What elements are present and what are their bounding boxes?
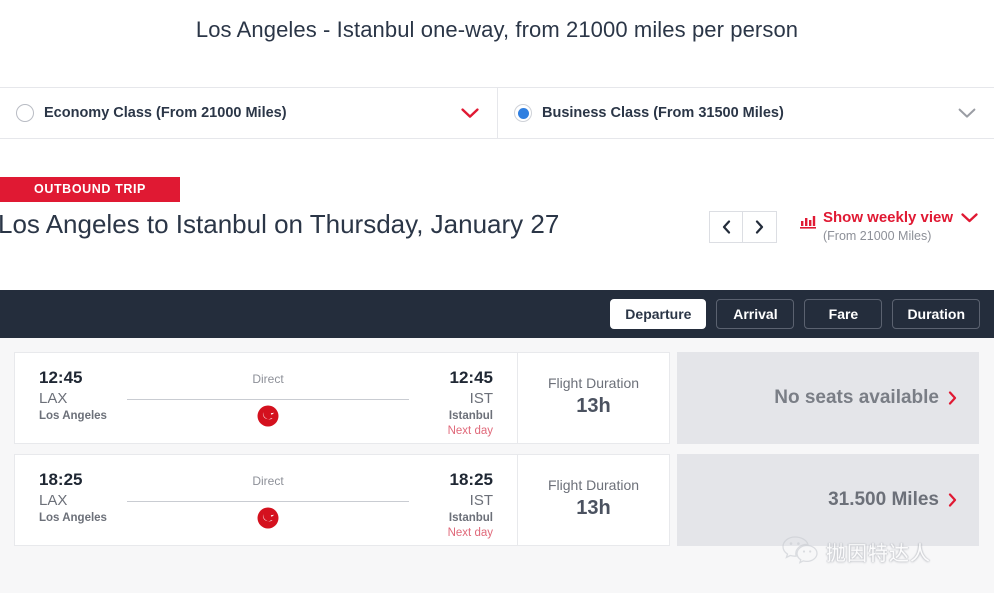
cabin-class-label-business: Business Class (From 31500 Miles) xyxy=(542,105,784,121)
route-line xyxy=(127,501,409,502)
radio-business[interactable] xyxy=(514,104,532,122)
next-day-button[interactable] xyxy=(743,211,777,243)
fare-label: 31.500 Miles xyxy=(828,489,939,510)
cabin-class-option-business[interactable]: Business Class (From 31500 Miles) xyxy=(497,88,994,138)
arrival-time: 18:25 xyxy=(449,470,493,489)
arrival-airport-code: IST xyxy=(469,492,493,509)
departure-city: Los Angeles xyxy=(39,512,107,524)
chevron-down-icon[interactable] xyxy=(461,107,479,119)
page-title: Los Angeles - Istanbul one-way, from 210… xyxy=(195,17,799,42)
weekly-view-sublabel: (From 21000 Miles) xyxy=(823,229,932,243)
duration-label: Flight Duration xyxy=(547,375,640,391)
route-title: Los Angeles to Istanbul on Thursday, Jan… xyxy=(0,209,560,239)
duration-segment: Flight Duration 13h xyxy=(517,455,669,545)
arrival-airport-code: IST xyxy=(469,390,493,407)
arrival-time: 12:45 xyxy=(449,368,493,387)
departure-airport-code: LAX xyxy=(39,492,68,509)
duration-label: Flight Duration xyxy=(547,477,640,493)
flight-card[interactable]: 12:45 LAX Los Angeles Direct 12:45 IST I… xyxy=(14,352,670,444)
departure-airport-code: LAX xyxy=(39,390,68,407)
arrival-segment: 12:45 IST Istanbul Next day xyxy=(409,353,517,443)
weekly-view-label: Show weekly view xyxy=(823,209,954,226)
show-weekly-view-button[interactable]: Show weekly view (From 21000 Miles) xyxy=(800,209,978,245)
tab-departure[interactable]: Departure xyxy=(610,299,707,329)
flight-card[interactable]: 18:25 LAX Los Angeles Direct 18:25 IST I… xyxy=(14,454,670,546)
duration-value: 13h xyxy=(576,395,611,417)
tab-arrival[interactable]: Arrival xyxy=(716,299,795,329)
route-segment: Direct xyxy=(127,455,409,545)
sort-tabs-bar: Departure Arrival Fare Duration xyxy=(0,290,994,338)
route-segment: Direct xyxy=(127,353,409,443)
chevron-right-icon[interactable] xyxy=(948,493,957,507)
departure-city: Los Angeles xyxy=(39,410,107,422)
turkish-airlines-logo xyxy=(257,507,279,529)
cabin-class-label-economy: Economy Class (From 21000 Miles) xyxy=(44,105,287,121)
arrival-next-day-note: Next day xyxy=(447,425,493,437)
chevron-down-icon[interactable] xyxy=(961,213,978,223)
fare-label: No seats available xyxy=(774,387,939,408)
outbound-trip-badge: OUTBOUND TRIP xyxy=(0,177,180,202)
departure-time: 18:25 xyxy=(39,470,83,489)
arrival-city: Istanbul xyxy=(448,512,493,524)
flight-row: 18:25 LAX Los Angeles Direct 18:25 IST I… xyxy=(14,454,980,546)
chevron-left-icon xyxy=(722,220,730,234)
bar-chart-icon xyxy=(800,214,816,229)
tab-fare[interactable]: Fare xyxy=(804,299,883,329)
fare-panel[interactable]: No seats available xyxy=(677,352,979,444)
turkish-airlines-logo xyxy=(257,405,279,427)
flight-row: 12:45 LAX Los Angeles Direct 12:45 IST I… xyxy=(14,352,980,444)
radio-economy[interactable] xyxy=(16,104,34,122)
chevron-down-icon[interactable] xyxy=(958,108,976,119)
chevron-right-icon[interactable] xyxy=(948,391,957,405)
tab-duration[interactable]: Duration xyxy=(892,299,980,329)
chevron-right-icon xyxy=(755,220,764,234)
stops-label: Direct xyxy=(252,474,284,488)
fare-panel[interactable]: 31.500 Miles xyxy=(677,454,979,546)
arrival-next-day-note: Next day xyxy=(447,527,493,539)
cabin-class-option-economy[interactable]: Economy Class (From 21000 Miles) xyxy=(0,88,497,138)
day-navigation xyxy=(709,211,777,243)
stops-label: Direct xyxy=(252,372,284,386)
departure-segment: 18:25 LAX Los Angeles xyxy=(15,455,127,545)
previous-day-button[interactable] xyxy=(709,211,743,243)
flight-search-page: Los Angeles - Istanbul one-way, from 210… xyxy=(0,0,994,593)
duration-value: 13h xyxy=(576,497,611,519)
arrival-segment: 18:25 IST Istanbul Next day xyxy=(409,455,517,545)
route-line xyxy=(127,399,409,400)
duration-segment: Flight Duration 13h xyxy=(517,353,669,443)
flight-results-list: 12:45 LAX Los Angeles Direct 12:45 IST I… xyxy=(0,338,994,593)
departure-segment: 12:45 LAX Los Angeles xyxy=(15,353,127,443)
cabin-class-bar: Economy Class (From 21000 Miles) Busines… xyxy=(0,87,994,139)
departure-time: 12:45 xyxy=(39,368,83,387)
arrival-city: Istanbul xyxy=(448,410,493,422)
